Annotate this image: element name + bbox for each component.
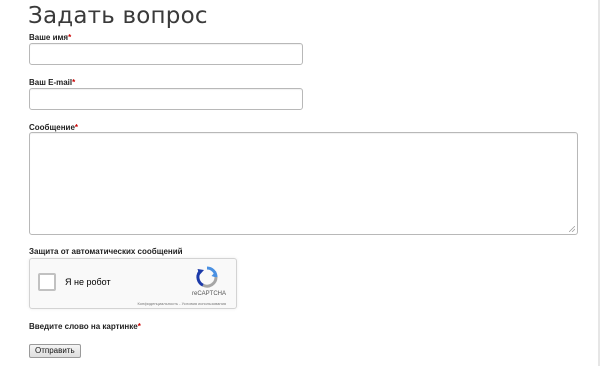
email-label-text: Ваш E-mail bbox=[29, 78, 73, 87]
email-field[interactable] bbox=[30, 89, 302, 109]
recaptcha-checkbox-label: Я не робот bbox=[65, 277, 111, 287]
required-mark: * bbox=[137, 322, 141, 331]
required-mark: * bbox=[72, 78, 76, 87]
recaptcha-terms-link[interactable]: Конфиденциальность - Условия использован… bbox=[137, 301, 226, 306]
spam-protection-label: Защита от автоматических сообщений bbox=[29, 247, 183, 256]
message-label-text: Сообщение bbox=[29, 123, 75, 132]
message-field-wrapper bbox=[29, 132, 578, 235]
resize-grip-icon[interactable] bbox=[569, 226, 575, 232]
name-field-wrapper bbox=[29, 43, 303, 65]
captcha-word-label-text: Введите слово на картинке bbox=[29, 322, 138, 331]
recaptcha-widget: Я не робот reCAPTCHA Конфиденциальность … bbox=[29, 258, 237, 309]
email-label: Ваш E-mail* bbox=[29, 78, 75, 88]
message-field[interactable] bbox=[30, 133, 577, 234]
recaptcha-checkbox[interactable] bbox=[38, 273, 56, 291]
required-mark: * bbox=[68, 33, 72, 42]
name-label-text: Ваше имя bbox=[29, 33, 69, 42]
name-field[interactable] bbox=[30, 44, 302, 64]
ask-question-page: Задать вопрос Ваше имя* Ваш E-mail* Сооб… bbox=[0, 0, 600, 366]
recaptcha-logo-icon bbox=[196, 266, 218, 288]
page-title: Задать вопрос bbox=[28, 3, 208, 29]
name-label: Ваше имя* bbox=[29, 33, 71, 43]
required-mark: * bbox=[74, 123, 79, 132]
submit-button[interactable]: Отправить bbox=[29, 344, 81, 358]
email-field-wrapper bbox=[29, 88, 303, 110]
recaptcha-brand: reCAPTCHA bbox=[191, 291, 226, 297]
captcha-word-label: Введите слово на картинке* bbox=[29, 322, 141, 332]
